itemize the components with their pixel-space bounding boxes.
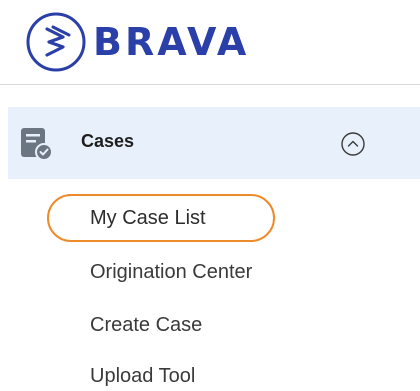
cases-icon	[21, 128, 53, 161]
brava-logo-icon	[26, 12, 86, 72]
header-divider	[0, 84, 420, 85]
nav-item-upload-tool[interactable]: Upload Tool	[90, 365, 195, 388]
brand-logo[interactable]: BRAVA	[25, 10, 249, 74]
nav-item-my-case-list[interactable]: My Case List	[90, 207, 206, 230]
brand-name: BRAVA	[93, 20, 250, 64]
nav-item-origination-center[interactable]: Origination Center	[90, 261, 252, 284]
sidebar: BRAVA Cases My Case List Origination Cen…	[0, 0, 420, 391]
chevron-up-icon[interactable]	[340, 131, 366, 157]
nav-section-label: Cases	[81, 131, 135, 151]
nav-section-cases[interactable]: Cases	[8, 107, 420, 179]
nav-item-create-case[interactable]: Create Case	[90, 314, 202, 337]
